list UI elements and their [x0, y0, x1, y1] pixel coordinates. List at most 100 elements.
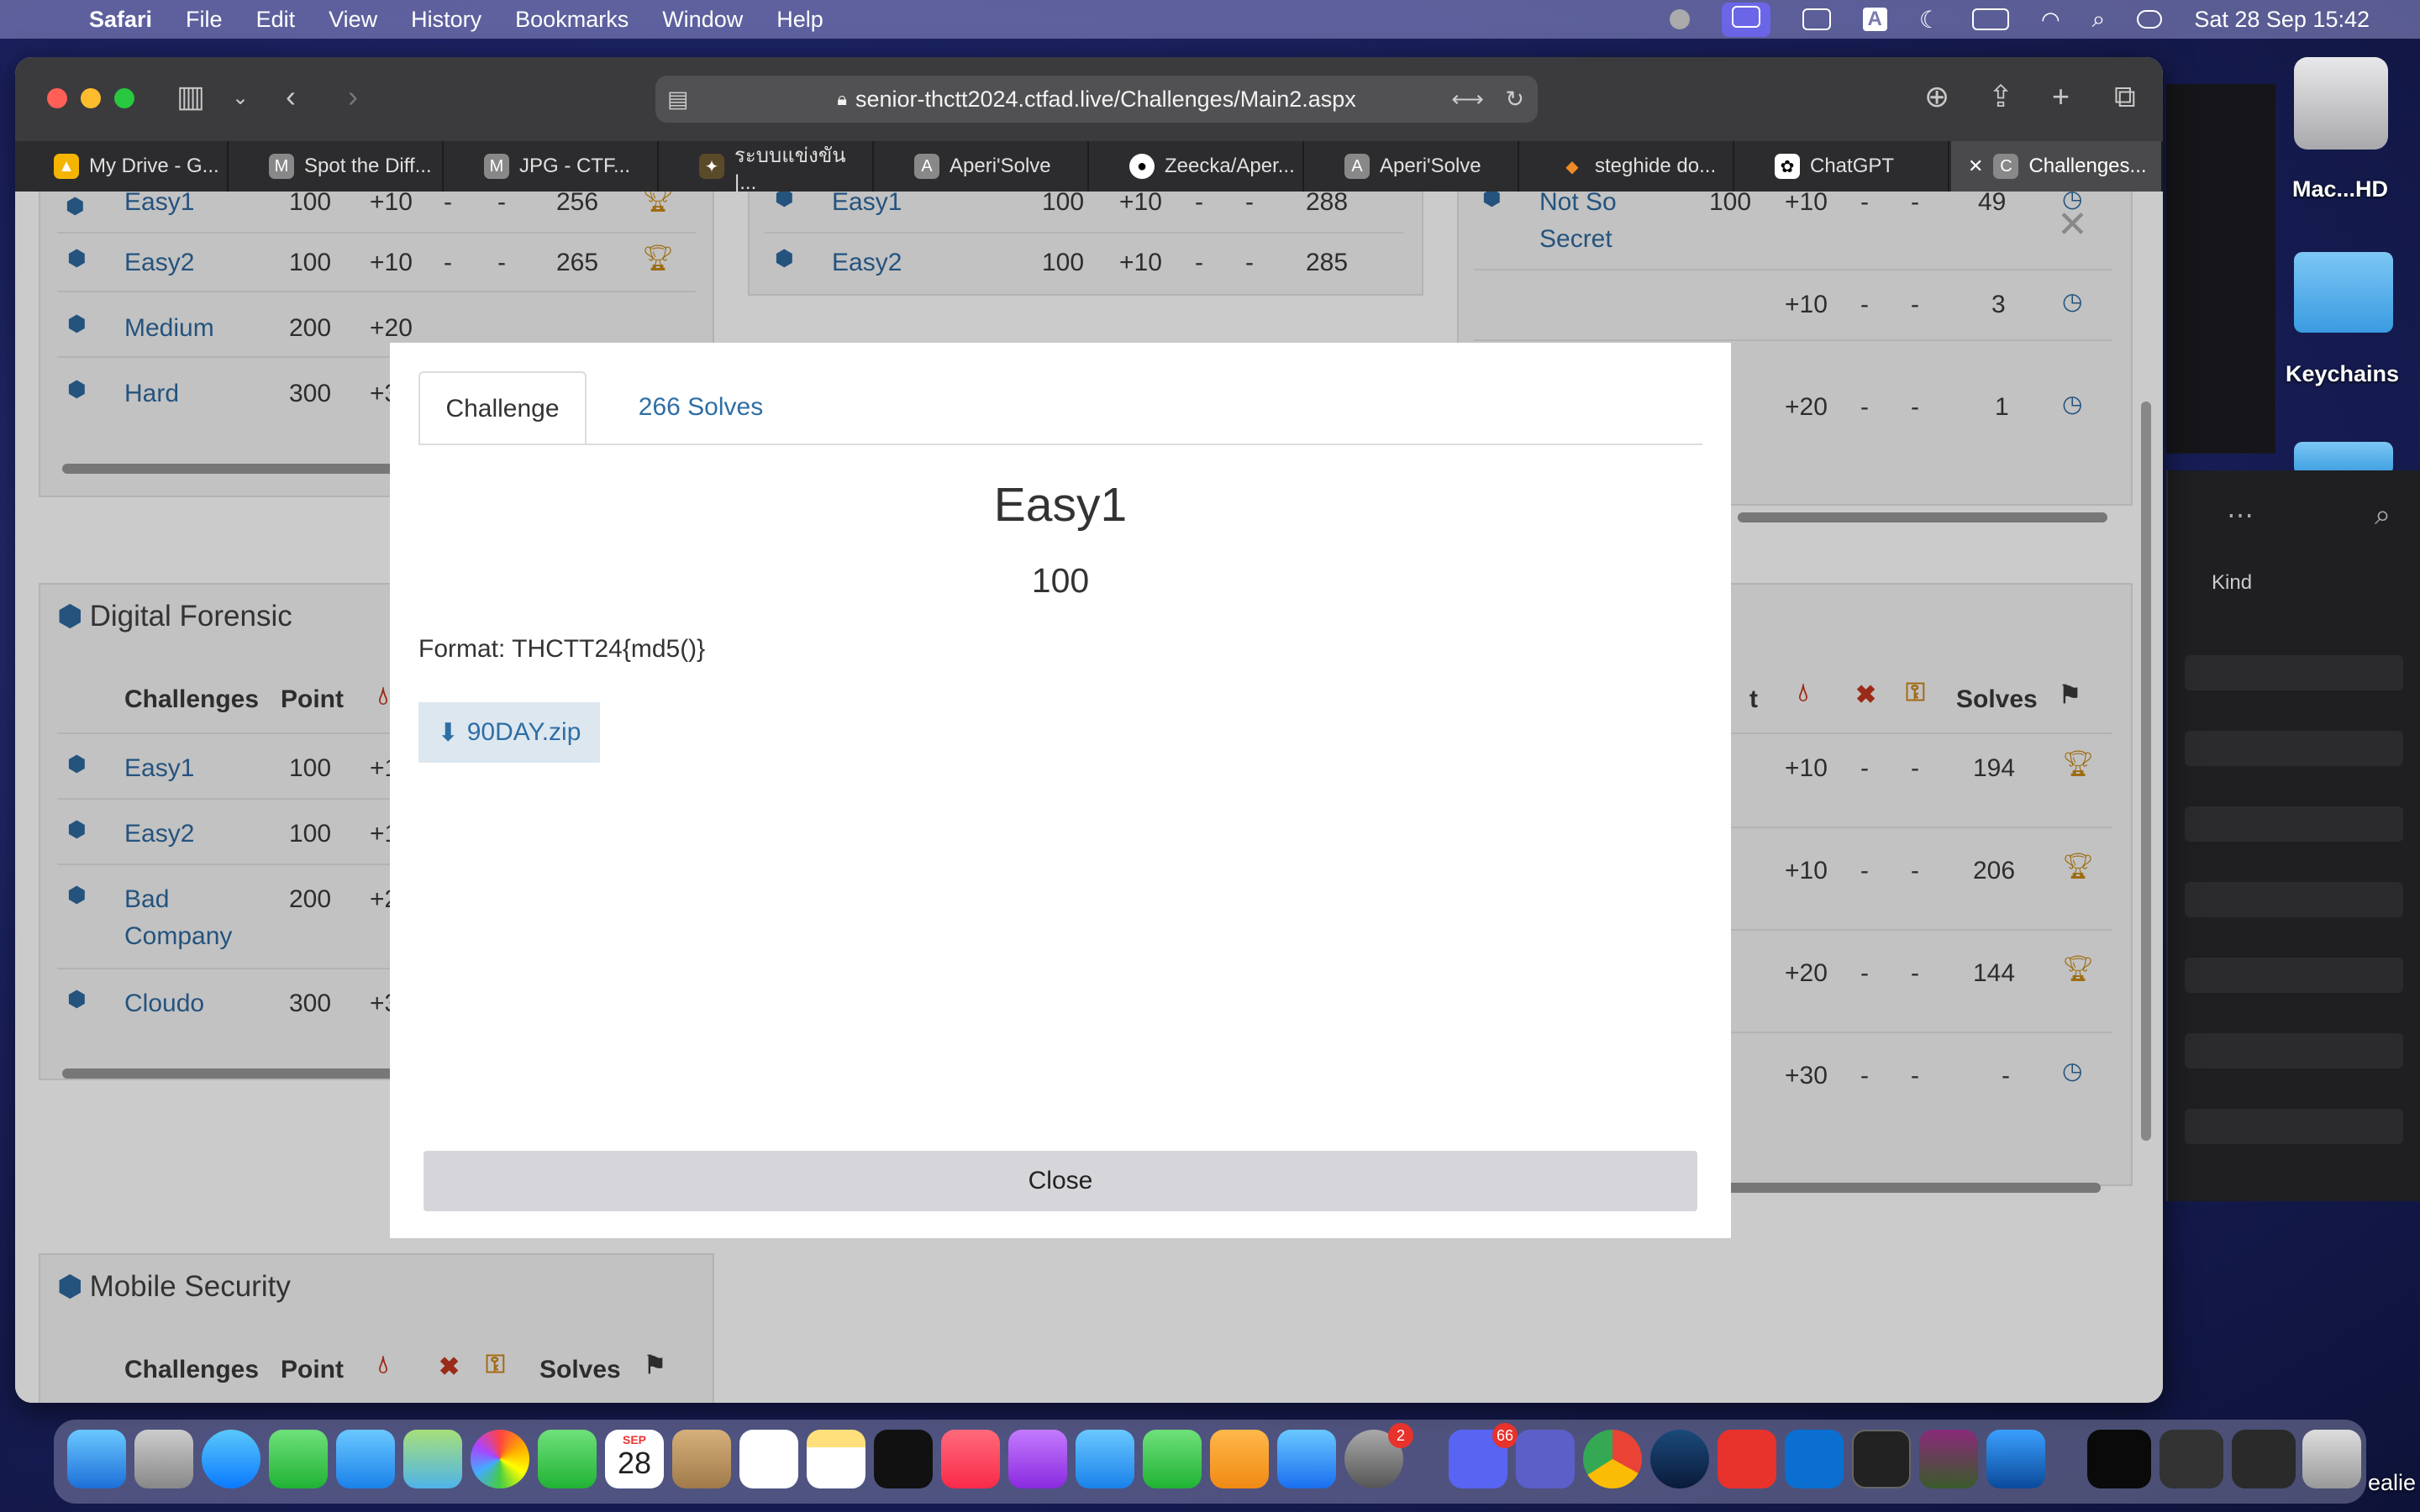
vscode-icon[interactable]	[1785, 1430, 1844, 1488]
menu-window[interactable]: Window	[662, 7, 743, 33]
wifi-icon[interactable]: ◠	[2041, 7, 2060, 33]
notes-icon[interactable]	[807, 1430, 865, 1488]
tab-my-drive[interactable]: ▲ My Drive - G...	[15, 141, 229, 192]
share-icon[interactable]: ⇪	[1988, 79, 2013, 114]
reload-icon[interactable]: ↻	[1505, 87, 1524, 113]
app-store-icon[interactable]	[1277, 1430, 1336, 1488]
finder-list-row[interactable]	[2185, 1109, 2403, 1144]
display-icon[interactable]	[1802, 8, 1831, 30]
download-file-button[interactable]: ⬇ 90DAY.zip	[418, 702, 600, 763]
calendar-icon[interactable]: SEP 28	[605, 1430, 664, 1488]
menu-help[interactable]: Help	[776, 7, 823, 33]
challenge-link-line1[interactable]: Not So	[1539, 192, 1617, 217]
menu-edit[interactable]: Edit	[256, 7, 296, 33]
finder-list-row[interactable]	[2185, 655, 2403, 690]
search-icon[interactable]: ⌕	[2375, 499, 2391, 532]
winrar-icon[interactable]	[1919, 1430, 1978, 1488]
wireshark-icon[interactable]	[1986, 1430, 2045, 1488]
back-arrow-icon[interactable]: ‹	[286, 79, 296, 114]
challenge-link[interactable]: Easy1	[124, 754, 194, 783]
desktop-keychains-label[interactable]: Keychains	[2286, 361, 2399, 387]
close-window-icon[interactable]	[47, 88, 67, 108]
podcasts-icon[interactable]	[1008, 1430, 1067, 1488]
tab-chatgpt[interactable]: ✿ ChatGPT	[1736, 141, 1949, 192]
input-source-icon[interactable]: A	[1862, 8, 1887, 31]
menu-app-name[interactable]: Safari	[89, 7, 152, 33]
keynote-icon[interactable]	[1076, 1430, 1134, 1488]
hard-drive-icon[interactable]	[2294, 57, 2388, 150]
challenge-link[interactable]: Cloudo	[124, 990, 204, 1018]
focus-moon-icon[interactable]: ☾	[1919, 6, 1940, 34]
control-center-icon[interactable]	[2137, 10, 2163, 29]
minimized-window-icon[interactable]	[2232, 1430, 2296, 1488]
tab-solves[interactable]: 266 Solves	[608, 371, 793, 444]
finder-list-row[interactable]	[2185, 731, 2403, 766]
translate-icon[interactable]: ⟷	[1451, 87, 1484, 113]
address-bar[interactable]: ▤ 🔒︎ senior-thctt2024.ctfad.live/Challen…	[655, 76, 1538, 123]
tab-challenges[interactable]: ✕ C Challenges...	[1951, 141, 2163, 192]
tab-spot-the-diff[interactable]: M Spot the Diff...	[230, 141, 444, 192]
challenge-link[interactable]: Easy1	[124, 192, 194, 217]
anydesk-icon[interactable]	[1718, 1430, 1776, 1488]
tab-aperisolve-2[interactable]: A Aperi'Solve	[1306, 141, 1519, 192]
challenge-link-line1[interactable]: Bad	[124, 885, 169, 914]
challenge-link-line2[interactable]: Secret	[1539, 225, 1612, 254]
menu-clock[interactable]: Sat 28 Sep 15:42	[2194, 7, 2370, 33]
finder-list-row[interactable]	[2185, 958, 2403, 993]
vertical-scrollbar[interactable]	[2141, 402, 2151, 1141]
reminders-icon[interactable]	[739, 1430, 798, 1488]
menu-view[interactable]: View	[329, 7, 377, 33]
mail-icon[interactable]	[336, 1430, 395, 1488]
menu-history[interactable]: History	[411, 7, 481, 33]
contacts-icon[interactable]	[672, 1430, 731, 1488]
close-tab-icon[interactable]: ✕	[1968, 155, 1983, 177]
page-menu-icon[interactable]: ▤	[667, 87, 689, 113]
folder-icon[interactable]	[2294, 252, 2393, 333]
challenge-link[interactable]: Easy2	[124, 249, 194, 277]
tab-jpg-ctf[interactable]: M JPG - CTF...	[445, 141, 659, 192]
challenge-row[interactable]: ⬢	[66, 192, 85, 220]
safari-icon[interactable]	[202, 1430, 260, 1488]
tab-aperisolve[interactable]: A Aperi'Solve	[876, 141, 1089, 192]
terminal-icon[interactable]	[1852, 1430, 1911, 1488]
desktop-hd-label[interactable]: Mac...HD	[2292, 176, 2388, 202]
minimized-window-icon[interactable]	[2087, 1430, 2151, 1488]
downloads-icon[interactable]: ⊕	[1924, 79, 1949, 114]
finder-icon[interactable]	[67, 1430, 126, 1488]
teams-icon[interactable]	[1516, 1430, 1575, 1488]
menu-file[interactable]: File	[186, 7, 223, 33]
chevron-down-icon[interactable]: ⌄	[232, 86, 249, 110]
close-modal-icon[interactable]: ✕	[2057, 203, 2088, 246]
finder-list-row[interactable]	[2185, 882, 2403, 917]
minimized-window-icon[interactable]	[2160, 1430, 2223, 1488]
apple-tv-icon[interactable]	[874, 1430, 933, 1488]
photos-icon[interactable]	[471, 1430, 529, 1488]
spotlight-search-icon[interactable]: ⌕	[2092, 6, 2106, 34]
tab-steghide[interactable]: ◆ steghide do...	[1521, 141, 1734, 192]
menu-bookmarks[interactable]: Bookmarks	[515, 7, 629, 33]
facetime-icon[interactable]	[538, 1430, 597, 1488]
sidebar-toggle-icon[interactable]: ▥	[176, 79, 205, 114]
more-options-icon[interactable]: ⋯	[2227, 499, 2254, 531]
horizontal-scrollbar[interactable]	[1738, 512, 2107, 522]
forward-arrow-icon[interactable]: ›	[348, 79, 358, 114]
finder-kind-column[interactable]: Kind	[2212, 571, 2252, 595]
tab-challenge[interactable]: Challenge	[418, 371, 587, 445]
battery-icon[interactable]	[1971, 8, 2009, 30]
pages-icon[interactable]	[1210, 1430, 1269, 1488]
steam-icon[interactable]	[1650, 1430, 1709, 1488]
horizontal-scrollbar[interactable]	[62, 1068, 415, 1079]
new-tab-icon[interactable]: +	[2052, 79, 2070, 114]
numbers-icon[interactable]	[1143, 1430, 1202, 1488]
challenge-link[interactable]: Easy1	[832, 192, 902, 217]
url-text[interactable]: senior-thctt2024.ctfad.live/Challenges/M…	[855, 87, 1356, 113]
messages-icon[interactable]	[269, 1430, 328, 1488]
launchpad-icon[interactable]	[134, 1430, 193, 1488]
challenge-link[interactable]: Easy2	[832, 249, 902, 277]
close-button[interactable]: Close	[424, 1151, 1697, 1211]
trash-icon[interactable]	[2302, 1430, 2361, 1488]
finder-list-row[interactable]	[2185, 1033, 2403, 1068]
challenge-link[interactable]: Easy2	[124, 820, 194, 848]
tab-competition-system[interactable]: ✦ ระบบแข่งขัน |...	[660, 141, 874, 194]
finder-list-row[interactable]	[2185, 806, 2403, 842]
